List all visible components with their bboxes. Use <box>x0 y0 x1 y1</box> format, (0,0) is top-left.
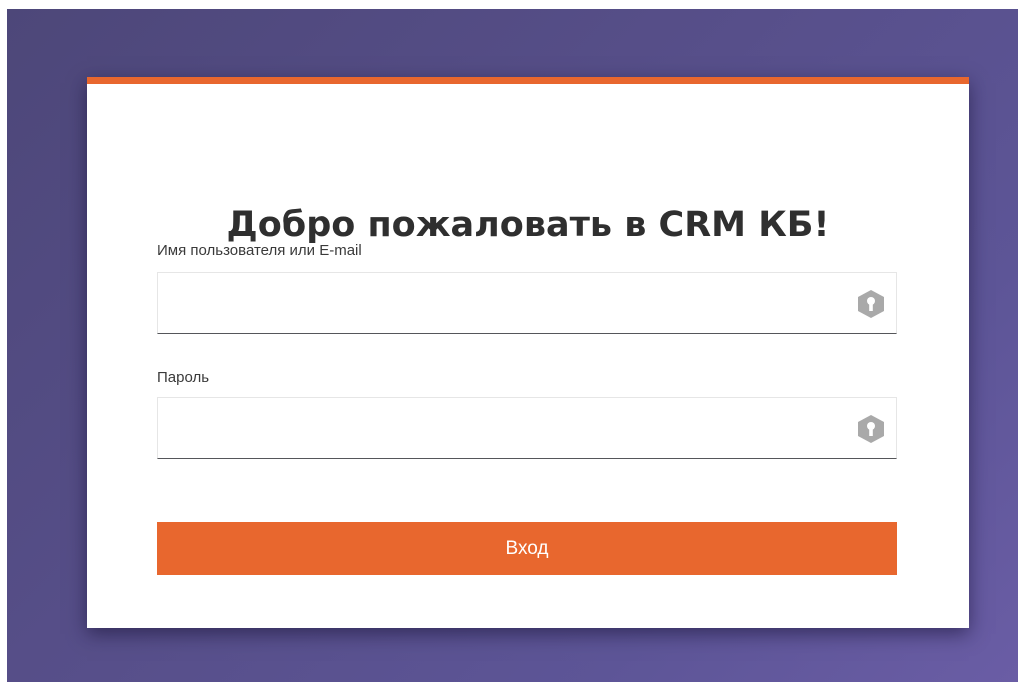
password-field-container[interactable] <box>157 397 897 459</box>
username-input[interactable] <box>158 273 838 333</box>
page-background: Добро пожаловать в CRM КБ! Имя пользоват… <box>7 9 1018 682</box>
password-input[interactable] <box>158 398 838 458</box>
key-icon[interactable] <box>858 290 884 318</box>
login-button[interactable]: Вход <box>157 522 897 575</box>
card-accent-bar <box>87 77 969 84</box>
username-field-container[interactable] <box>157 272 897 334</box>
key-icon[interactable] <box>858 415 884 443</box>
username-label: Имя пользователя или E-mail <box>157 242 362 259</box>
page-title: Добро пожаловать в CRM КБ! <box>226 205 830 245</box>
login-card: Добро пожаловать в CRM КБ! Имя пользоват… <box>87 77 969 628</box>
password-label: Пароль <box>157 369 210 386</box>
